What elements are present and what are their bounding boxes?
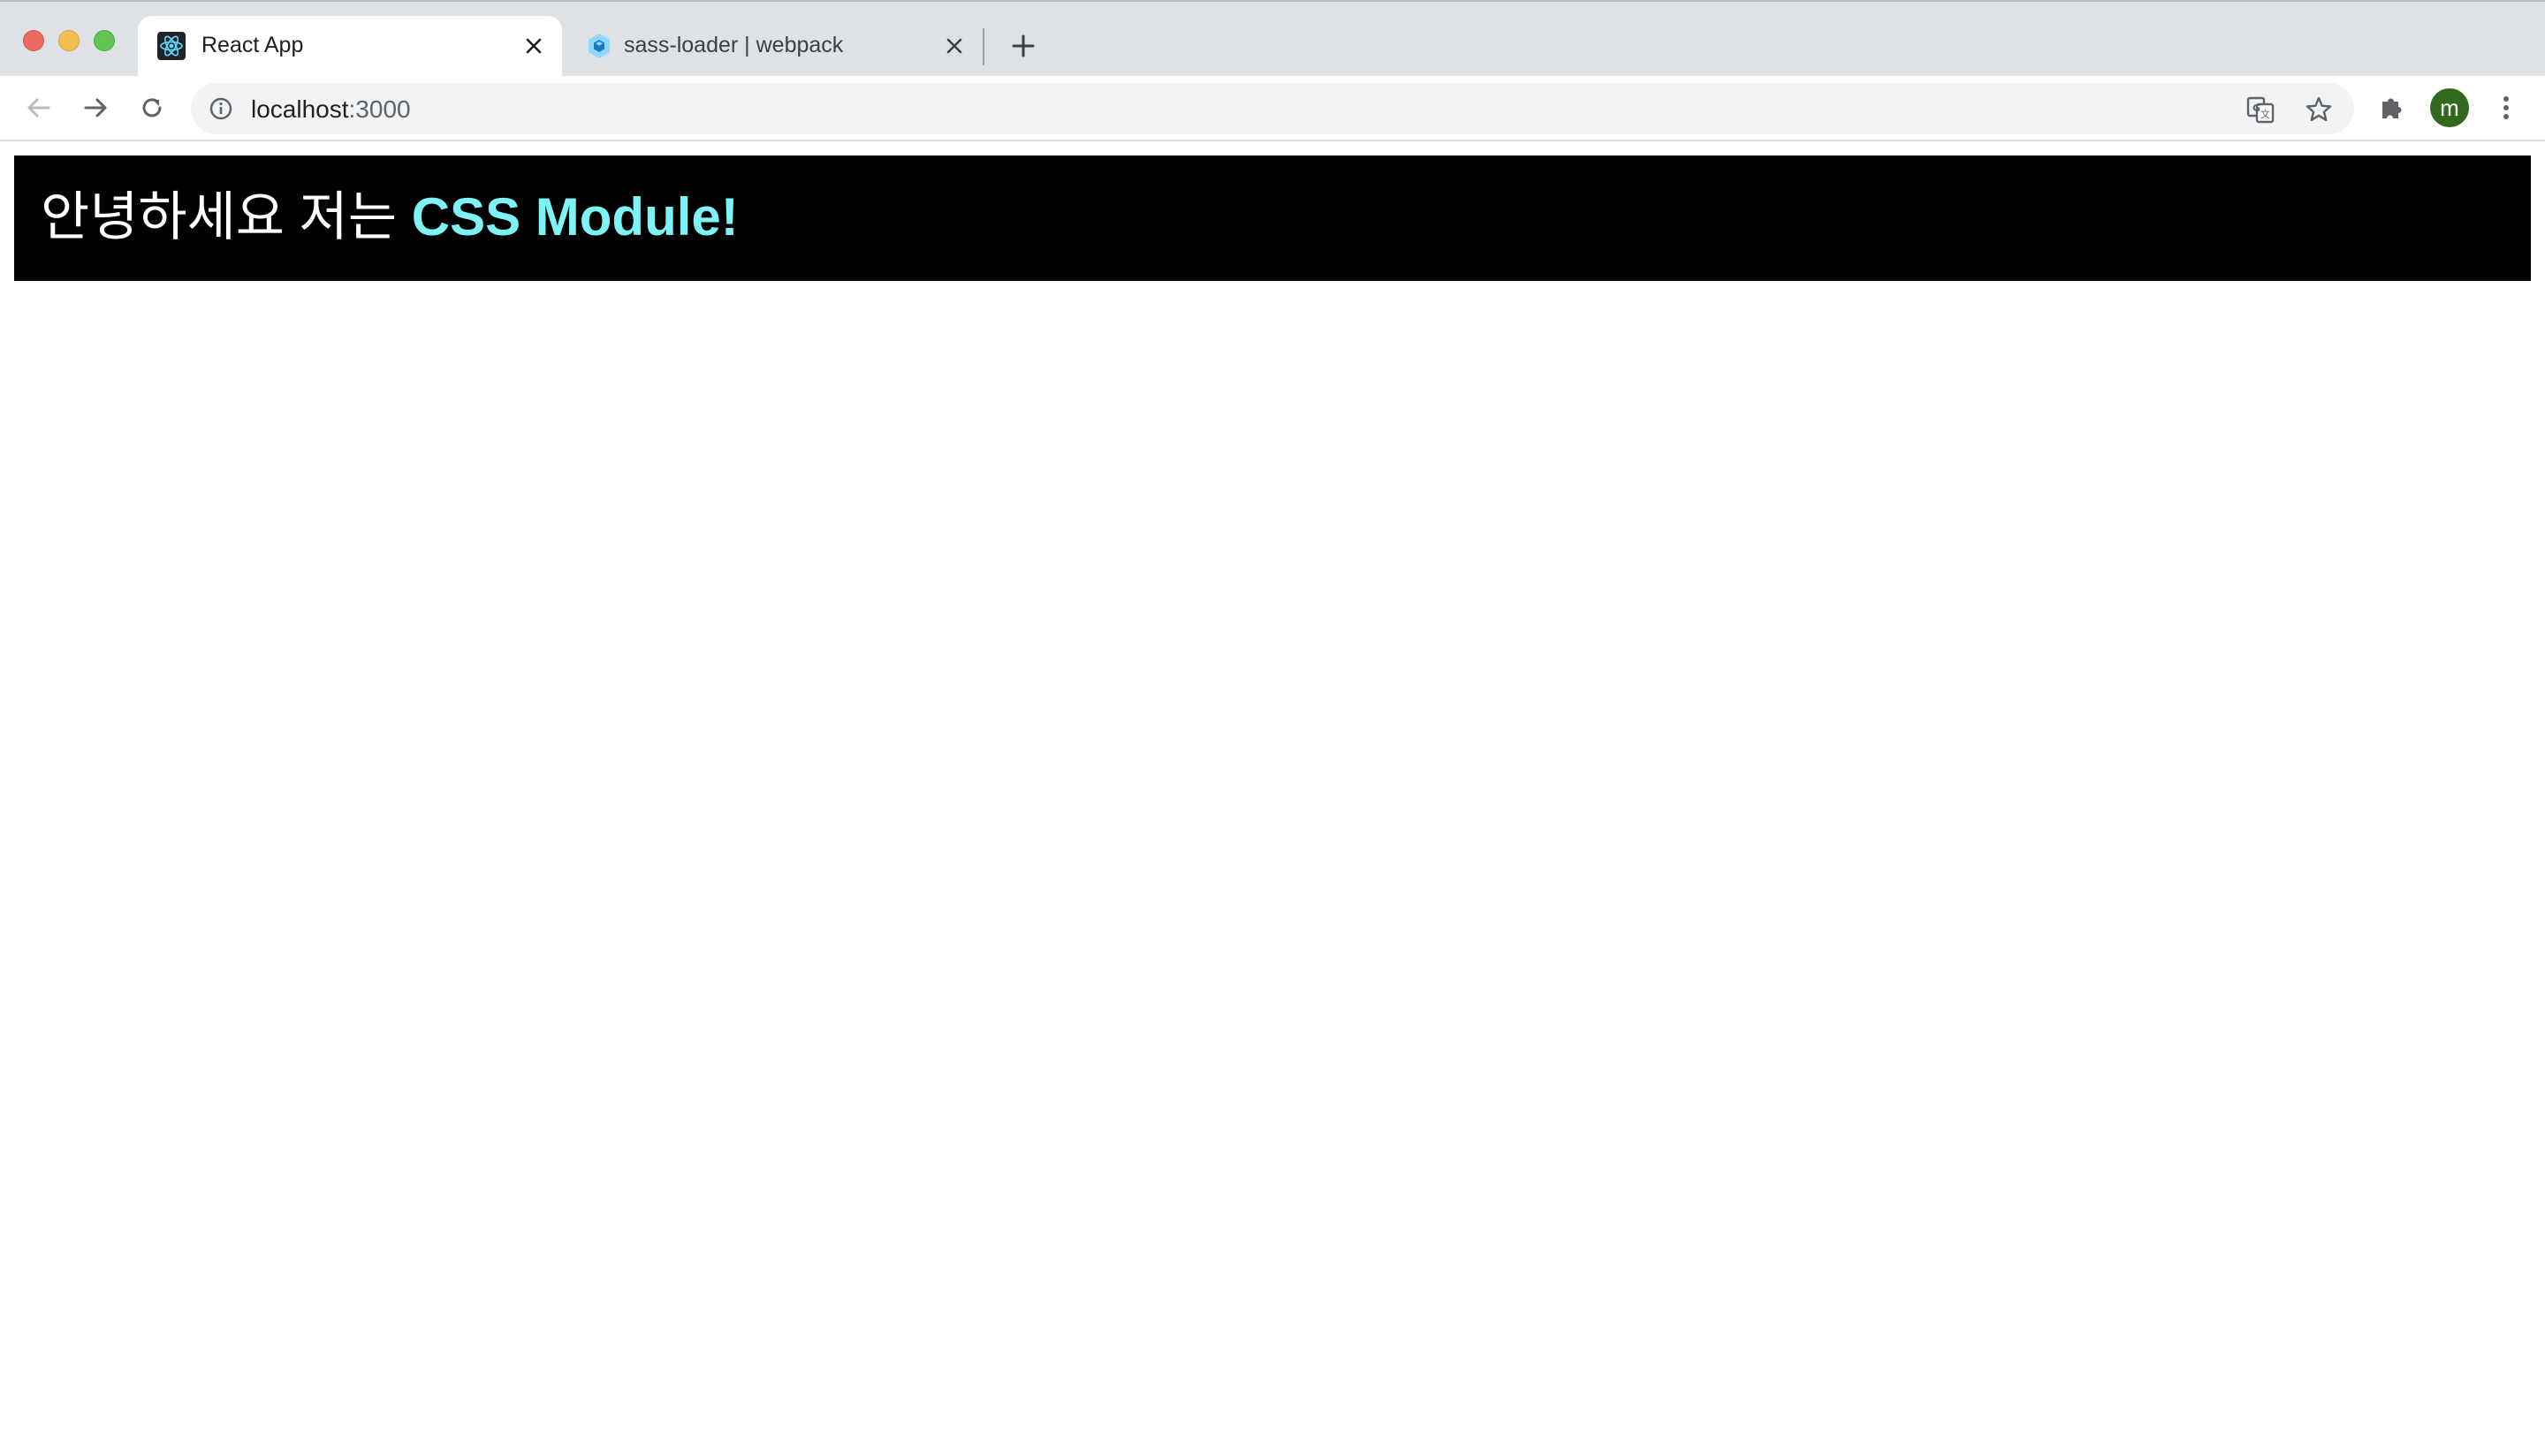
- site-info-icon[interactable]: [209, 96, 233, 121]
- url-port: :3000: [348, 95, 411, 123]
- toolbar-divider: [0, 140, 2545, 141]
- reload-button[interactable]: [131, 87, 173, 129]
- forward-button[interactable]: [74, 87, 117, 129]
- react-logo-icon: [157, 32, 186, 60]
- kebab-menu-icon: [2502, 94, 2511, 122]
- tab-react-app[interactable]: React App: [138, 16, 562, 78]
- heading-text: 안녕하세요 저는: [41, 187, 412, 246]
- close-tab-icon[interactable]: [938, 30, 970, 62]
- translate-icon[interactable]: G文: [2243, 92, 2278, 127]
- url-text: localhost:3000: [251, 95, 411, 124]
- svg-text:G: G: [2253, 102, 2260, 114]
- tab-sass-loader[interactable]: sass-loader | webpack: [566, 16, 981, 78]
- arrow-left-icon: [26, 95, 52, 121]
- puzzle-piece-icon: [2378, 94, 2406, 122]
- page-heading: 안녕하세요 저는 CSS Module!: [41, 180, 739, 254]
- back-button[interactable]: [18, 87, 60, 129]
- reload-icon: [139, 95, 165, 121]
- address-bar[interactable]: localhost:3000 G文: [191, 83, 2354, 134]
- heading-highlight: CSS Module!: [411, 187, 739, 246]
- extensions-button[interactable]: [2371, 87, 2413, 129]
- webpack-logo-icon: [585, 32, 613, 60]
- minimize-window-button[interactable]: [58, 30, 80, 51]
- bookmark-star-icon[interactable]: [2301, 92, 2336, 127]
- arrow-right-icon: [82, 95, 109, 121]
- close-window-button[interactable]: [23, 30, 44, 51]
- new-tab-button[interactable]: [1006, 28, 1041, 64]
- page-header-box: 안녕하세요 저는 CSS Module!: [14, 155, 2531, 281]
- close-tab-icon[interactable]: [518, 30, 550, 62]
- profile-avatar[interactable]: m: [2430, 88, 2469, 127]
- tab-title: React App: [201, 33, 304, 57]
- tab-separator: [983, 28, 984, 65]
- chrome-menu-button[interactable]: [2485, 87, 2527, 129]
- browser-toolbar: localhost:3000 G文: [0, 76, 2545, 140]
- tab-strip: React App sass-loader | webpack: [0, 0, 2545, 78]
- svg-text:文: 文: [2260, 108, 2270, 120]
- url-host: localhost: [251, 95, 349, 123]
- plus-icon: [1012, 34, 1035, 57]
- fullscreen-window-button[interactable]: [94, 30, 115, 51]
- tab-title: sass-loader | webpack: [624, 33, 844, 57]
